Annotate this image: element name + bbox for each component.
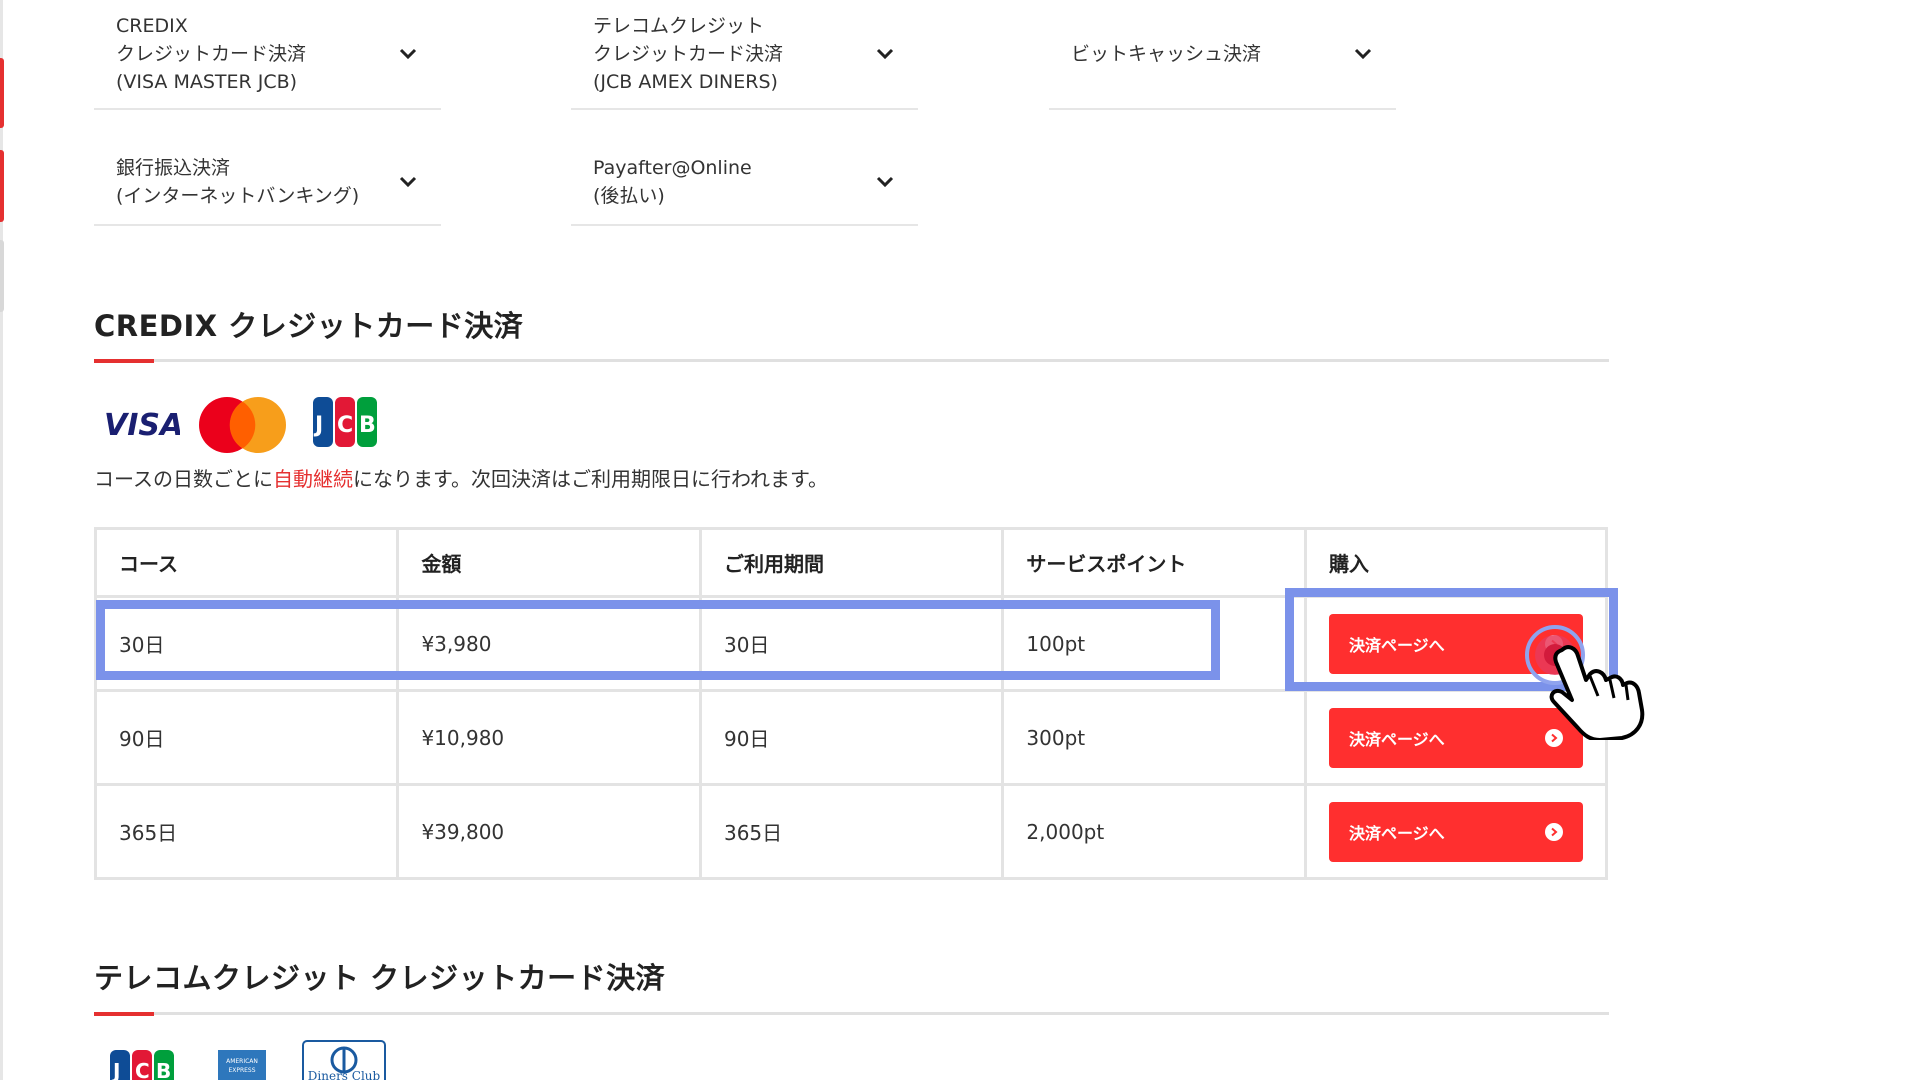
- side-tab-1[interactable]: [0, 58, 4, 128]
- hand-pointer-icon: [1540, 640, 1650, 744]
- svg-text:J: J: [313, 413, 323, 438]
- visa-logo: VISA: [104, 404, 183, 448]
- svg-text:B: B: [156, 1059, 171, 1080]
- side-tab-2[interactable]: [0, 150, 4, 222]
- jcb-logo: J C B: [110, 1050, 174, 1080]
- svg-text:J: J: [111, 1059, 120, 1080]
- svg-text:C: C: [337, 413, 353, 438]
- table-row: 90日 ¥10,980 90日 300pt 決済ページへ: [93, 689, 1608, 786]
- svg-text:VISA: VISA: [104, 408, 180, 443]
- section-title-telecom: テレコムクレジット クレジットカード決済: [94, 961, 666, 995]
- header-purchase: 購入: [1304, 527, 1608, 598]
- cell-points: 300pt: [1001, 689, 1307, 786]
- side-tab-3[interactable]: [0, 240, 4, 312]
- accordion-label: 銀行振込決済 (インターネットバンキング): [116, 157, 360, 207]
- accordion-label: Payafter@Online (後払い): [593, 157, 752, 207]
- accordion-bank-transfer[interactable]: 銀行振込決済 (インターネットバンキング): [94, 140, 441, 226]
- header-price: 金額: [396, 527, 702, 598]
- arrow-circle-icon: [1545, 822, 1563, 841]
- jcb-logo: J C B: [313, 397, 377, 451]
- section-divider: [94, 359, 1609, 363]
- auto-renew-note: コースの日数ごとに自動継続になります。次回決済はご利用期限日に行われます。: [94, 463, 828, 492]
- note-text: コースの日数ごとに: [94, 467, 273, 491]
- svg-text:AMERICAN: AMERICAN: [226, 1058, 258, 1065]
- button-label: 決済ページへ: [1349, 729, 1445, 749]
- cell-price: ¥39,800: [396, 783, 702, 880]
- table-header-row: コース 金額 ご利用期間 サービスポイント 購入: [93, 527, 1608, 598]
- chevron-down-icon: [393, 39, 423, 69]
- note-highlight: 自動継続: [273, 467, 353, 491]
- section-divider: [94, 1012, 1609, 1016]
- cell-price: ¥10,980: [396, 689, 702, 786]
- svg-text:B: B: [359, 413, 376, 438]
- mastercard-logo: [198, 396, 288, 458]
- accordion-telecom[interactable]: テレコムクレジット クレジットカード決済 (JCB AMEX DINERS): [571, 0, 918, 110]
- chevron-down-icon: [1348, 39, 1378, 69]
- section-title-credix: CREDIX クレジットカード決済: [94, 309, 524, 343]
- accordion-credix[interactable]: CREDIX クレジットカード決済 (VISA MASTER JCB): [94, 0, 441, 110]
- amex-logo: AMERICAN EXPRESS: [218, 1050, 266, 1080]
- cell-points: 2,000pt: [1001, 783, 1307, 880]
- button-label: 決済ページへ: [1349, 823, 1445, 843]
- cell-period: 365日: [698, 783, 1005, 880]
- chevron-down-icon: [870, 39, 900, 69]
- accordion-label: テレコムクレジット クレジットカード決済 (JCB AMEX DINERS): [593, 15, 784, 93]
- chevron-down-icon: [393, 167, 423, 197]
- header-period: ご利用期間: [698, 527, 1005, 598]
- cell-purchase: 決済ページへ: [1304, 783, 1608, 880]
- accordion-label: CREDIX クレジットカード決済 (VISA MASTER JCB): [116, 15, 307, 93]
- svg-text:C: C: [135, 1059, 150, 1080]
- accordion-payafter[interactable]: Payafter@Online (後払い): [571, 140, 918, 226]
- cell-period: 90日: [698, 689, 1005, 786]
- note-text: になります。次回決済はご利用期限日に行われます。: [353, 467, 828, 491]
- table-row: 365日 ¥39,800 365日 2,000pt 決済ページへ: [93, 783, 1608, 880]
- diners-club-logo: Diners Club: [302, 1040, 386, 1080]
- highlight-row-30day: [96, 600, 1220, 680]
- accordion-label: ビットキャッシュ決済: [1071, 43, 1262, 65]
- plan-table: コース 金額 ご利用期間 サービスポイント 購入 30日 ¥3,980 30日 …: [93, 527, 1608, 880]
- svg-text:EXPRESS: EXPRESS: [228, 1067, 255, 1074]
- header-points: サービスポイント: [1001, 527, 1307, 598]
- chevron-down-icon: [870, 167, 900, 197]
- svg-text:Diners Club: Diners Club: [308, 1069, 381, 1080]
- divider-accent: [94, 1012, 154, 1016]
- cell-course: 365日: [93, 783, 400, 880]
- header-course: コース: [93, 527, 400, 598]
- accordion-bitcash[interactable]: ビットキャッシュ決済: [1049, 0, 1396, 110]
- cell-course: 90日: [93, 689, 400, 786]
- divider-accent: [94, 359, 154, 363]
- payment-page-button[interactable]: 決済ページへ: [1329, 801, 1583, 862]
